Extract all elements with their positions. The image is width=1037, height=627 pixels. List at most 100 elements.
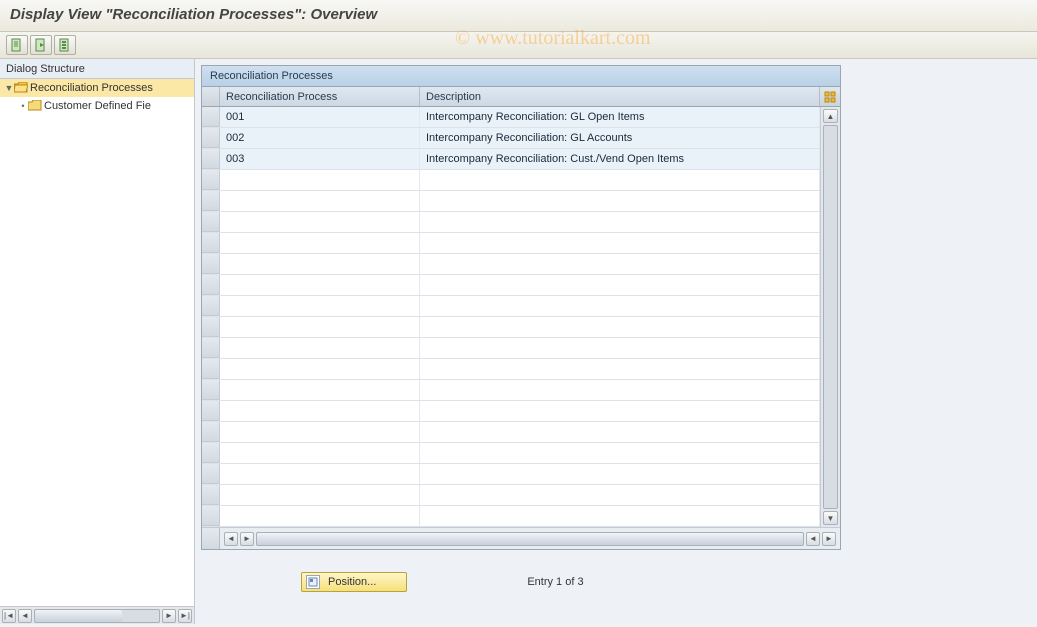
cell-process[interactable] [220, 422, 420, 442]
scroll-thumb[interactable] [35, 610, 122, 622]
scroll-right-icon[interactable]: ► [822, 532, 836, 546]
table-row[interactable] [202, 317, 820, 338]
table-row[interactable] [202, 422, 820, 443]
cell-process[interactable] [220, 254, 420, 274]
scroll-left-icon[interactable]: ◄ [224, 532, 238, 546]
cell-process[interactable] [220, 506, 420, 526]
table-row[interactable] [202, 212, 820, 233]
cell-process[interactable] [220, 485, 420, 505]
table-row[interactable]: 001Intercompany Reconciliation: GL Open … [202, 107, 820, 128]
position-button[interactable]: Position... [301, 572, 407, 592]
row-selector[interactable] [202, 170, 220, 190]
table-row[interactable] [202, 191, 820, 212]
cell-process[interactable] [220, 401, 420, 421]
cell-description[interactable] [420, 212, 820, 232]
cell-description[interactable] [420, 485, 820, 505]
cell-description[interactable] [420, 464, 820, 484]
cell-description[interactable] [420, 422, 820, 442]
vertical-scrollbar[interactable]: ▲ ▼ [820, 107, 840, 527]
cell-process[interactable] [220, 275, 420, 295]
cell-description[interactable] [420, 275, 820, 295]
row-selector[interactable] [202, 107, 220, 127]
cell-description[interactable] [420, 317, 820, 337]
row-selector[interactable] [202, 338, 220, 358]
cell-description[interactable] [420, 170, 820, 190]
row-selector[interactable] [202, 485, 220, 505]
cell-description[interactable] [420, 191, 820, 211]
select-all-handle[interactable] [202, 87, 220, 106]
cell-process[interactable] [220, 338, 420, 358]
column-header-description[interactable]: Description [420, 87, 820, 106]
table-row[interactable] [202, 380, 820, 401]
table-row[interactable] [202, 464, 820, 485]
row-selector[interactable] [202, 212, 220, 232]
cell-description[interactable] [420, 443, 820, 463]
scroll-down-icon[interactable]: ▼ [823, 511, 838, 525]
table-row[interactable] [202, 485, 820, 506]
row-selector[interactable] [202, 506, 220, 526]
scroll-track[interactable] [34, 609, 160, 623]
scroll-track[interactable] [256, 532, 804, 546]
scroll-thumb[interactable] [257, 533, 803, 545]
table-row[interactable] [202, 296, 820, 317]
cell-description[interactable] [420, 338, 820, 358]
row-selector[interactable] [202, 233, 220, 253]
toolbar-button-1[interactable] [6, 35, 28, 55]
cell-process[interactable]: 002 [220, 128, 420, 148]
table-row[interactable] [202, 401, 820, 422]
cell-description[interactable]: Intercompany Reconciliation: GL Accounts [420, 128, 820, 148]
cell-description[interactable] [420, 296, 820, 316]
table-row[interactable] [202, 170, 820, 191]
cell-process[interactable] [220, 233, 420, 253]
tree-item-customer-defined-fields[interactable]: • Customer Defined Fie [0, 97, 194, 115]
row-selector[interactable] [202, 296, 220, 316]
cell-description[interactable]: Intercompany Reconciliation: Cust./Vend … [420, 149, 820, 169]
row-selector[interactable] [202, 275, 220, 295]
row-selector[interactable] [202, 443, 220, 463]
cell-process[interactable] [220, 359, 420, 379]
table-row[interactable] [202, 233, 820, 254]
table-row[interactable] [202, 254, 820, 275]
tree-item-reconciliation-processes[interactable]: ▼ Reconciliation Processes [0, 79, 194, 97]
cell-process[interactable] [220, 443, 420, 463]
column-header-process[interactable]: Reconciliation Process [220, 87, 420, 106]
row-selector[interactable] [202, 317, 220, 337]
cell-description[interactable] [420, 380, 820, 400]
row-selector[interactable] [202, 359, 220, 379]
table-row[interactable] [202, 359, 820, 380]
cell-process[interactable]: 001 [220, 107, 420, 127]
cell-process[interactable] [220, 212, 420, 232]
configure-columns-button[interactable] [820, 87, 840, 106]
scroll-right-icon[interactable]: ► [240, 532, 254, 546]
table-row[interactable] [202, 275, 820, 296]
cell-process[interactable]: 003 [220, 149, 420, 169]
cell-process[interactable] [220, 317, 420, 337]
cell-process[interactable] [220, 296, 420, 316]
toolbar-button-3[interactable] [54, 35, 76, 55]
cell-description[interactable] [420, 233, 820, 253]
cell-process[interactable] [220, 170, 420, 190]
row-selector[interactable] [202, 380, 220, 400]
tree-horizontal-scrollbar[interactable]: |◄ ◄ ► ►| [0, 606, 194, 624]
cell-description[interactable] [420, 359, 820, 379]
cell-description[interactable] [420, 254, 820, 274]
cell-description[interactable] [420, 401, 820, 421]
cell-description[interactable]: Intercompany Reconciliation: GL Open Ite… [420, 107, 820, 127]
scroll-track[interactable] [823, 125, 838, 509]
row-selector[interactable] [202, 191, 220, 211]
scroll-right-end-icon[interactable]: ►| [178, 609, 192, 623]
table-row[interactable] [202, 506, 820, 527]
tree-toggle-icon[interactable]: ▼ [4, 83, 14, 93]
cell-process[interactable] [220, 464, 420, 484]
scroll-left-icon[interactable]: ◄ [18, 609, 32, 623]
row-selector[interactable] [202, 464, 220, 484]
scroll-left-start-icon[interactable]: |◄ [2, 609, 16, 623]
toolbar-button-2[interactable] [30, 35, 52, 55]
row-selector[interactable] [202, 254, 220, 274]
cell-description[interactable] [420, 506, 820, 526]
table-row[interactable] [202, 443, 820, 464]
table-row[interactable]: 002Intercompany Reconciliation: GL Accou… [202, 128, 820, 149]
scroll-left-icon[interactable]: ◄ [806, 532, 820, 546]
cell-process[interactable] [220, 380, 420, 400]
cell-process[interactable] [220, 191, 420, 211]
